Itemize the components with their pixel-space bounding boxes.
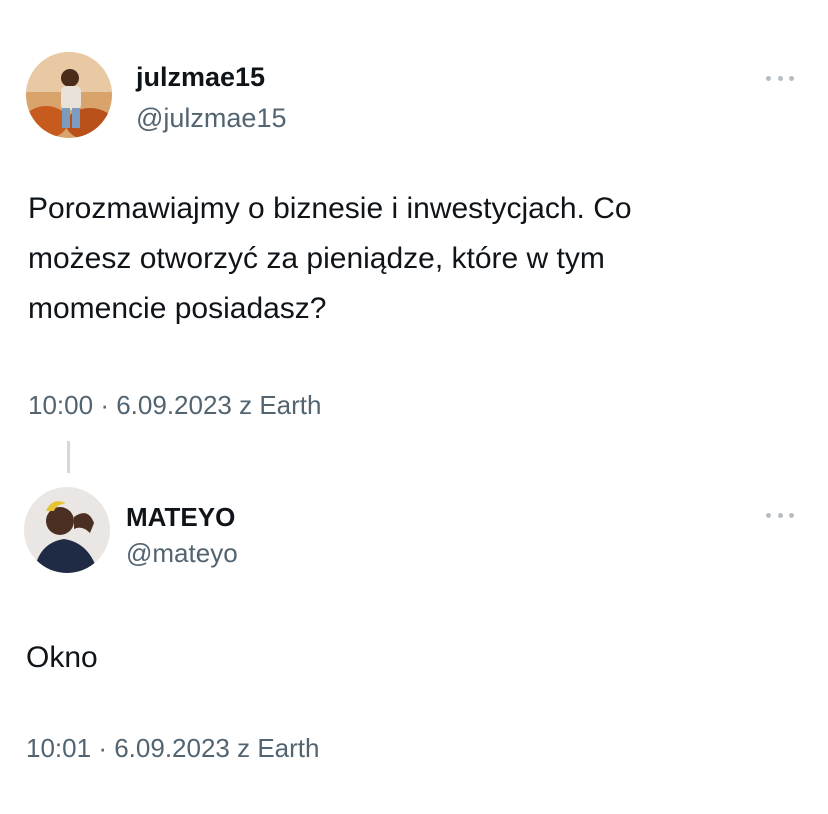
tweet-time: 10:01: [26, 733, 92, 763]
more-options-button[interactable]: [766, 510, 794, 520]
more-dot: [789, 512, 794, 518]
more-dots-icon: [766, 75, 771, 81]
tweet-date-source: 6.09.2023 z Earth: [116, 390, 322, 420]
avatar-photo-icon: [24, 487, 110, 573]
tweet-timestamp[interactable]: 10:00 · 6.09.2023 z Earth: [28, 390, 321, 421]
author-handle[interactable]: @julzmae15: [136, 103, 286, 134]
thread-connector-line: [67, 441, 70, 473]
meta-separator: ·: [98, 733, 107, 763]
tweet-original[interactable]: julzmae15 @julzmae15 Porozmawiajmy o biz…: [0, 0, 828, 440]
more-options-button[interactable]: [766, 73, 794, 83]
avatar-mateyo[interactable]: [24, 487, 110, 573]
tweet-date-source: 6.09.2023 z Earth: [114, 733, 320, 763]
author-display-name[interactable]: MATEYO: [126, 502, 235, 533]
avatar-julzmae15[interactable]: [26, 52, 112, 138]
avatar-photo-icon: [26, 52, 112, 138]
more-dot: [777, 75, 783, 81]
tweet-timestamp[interactable]: 10:01 · 6.09.2023 z Earth: [26, 733, 319, 764]
more-dot: [777, 512, 783, 518]
author-display-name[interactable]: julzmae15: [136, 62, 265, 93]
tweet-time: 10:00: [28, 390, 94, 420]
meta-separator: ·: [100, 390, 109, 420]
more-dots-icon: [766, 512, 771, 518]
author-handle[interactable]: @mateyo: [126, 538, 238, 569]
more-dot: [789, 75, 794, 81]
tweet-body-text: Okno: [26, 641, 98, 674]
tweet-body-text: Porozmawiajmy o biznesie i inwestycjach.…: [28, 192, 632, 325]
tweet-reply[interactable]: MATEYO @mateyo Okno 10:01 · 6.09.2023 z …: [0, 470, 828, 814]
